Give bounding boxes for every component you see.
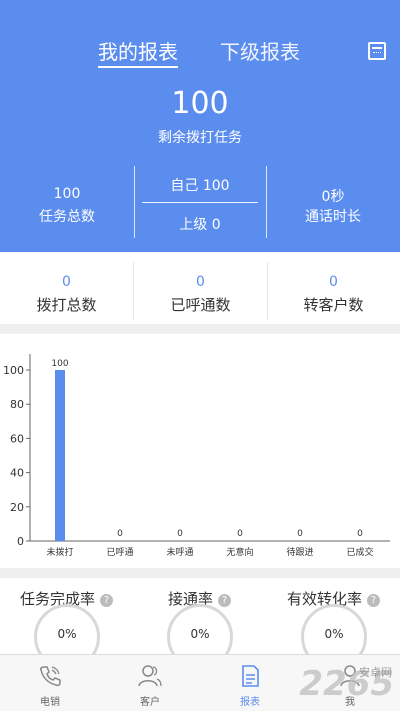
connect-rate: 接通率? 0%	[133, 578, 266, 654]
tab-subordinate-report[interactable]: 下级报表	[220, 36, 300, 65]
users-icon	[138, 665, 162, 687]
help-icon[interactable]: ?	[367, 594, 380, 607]
dial-total-label: 拨打总数	[36, 296, 97, 314]
total-tasks-value: 100	[53, 186, 81, 202]
report-icon	[242, 665, 259, 687]
phone-icon	[40, 666, 61, 687]
bar-value-label: 0	[357, 529, 363, 539]
converted-value: 0	[329, 274, 338, 290]
nav-label: 电销	[40, 697, 60, 708]
watermark-sub: 安卓网	[359, 666, 392, 679]
y-tick-label: 40	[10, 467, 24, 480]
converted-label: 转客户数	[303, 296, 364, 314]
x-tick-label: 已成交	[346, 546, 373, 558]
talk-time-label: 通话时长	[305, 209, 361, 225]
status-bar-chart: 0 20 40 60 80 100 100 未拨打 0 已呼通 0 未呼通 0 无意向 0 待跟进 0 已成交	[0, 334, 400, 568]
task-completion-rate: 任务完成率? 0%	[0, 578, 133, 654]
remaining-task-count: 100	[171, 86, 229, 121]
section-gap	[0, 324, 400, 334]
stat-rule	[142, 202, 258, 203]
calendar-icon[interactable]	[368, 42, 386, 60]
nav-item-reports[interactable]: 报表	[200, 655, 300, 711]
y-tick-label: 100	[3, 364, 24, 377]
dial-total-cell[interactable]: 0 拨打总数	[0, 252, 133, 324]
superior-tasks: 上级 0	[179, 217, 221, 233]
nav-label: 客户	[140, 697, 160, 708]
report-header: 我的报表 下级报表 100 剩余拨打任务 100 任务总数 自己 100 上级 …	[0, 0, 400, 252]
total-tasks-label: 任务总数	[39, 209, 95, 225]
y-tick-label: 60	[10, 432, 24, 445]
bar-value-label: 0	[117, 529, 123, 539]
connected-cell[interactable]: 0 已呼通数	[134, 252, 267, 324]
bar	[55, 370, 65, 541]
y-tick-label: 0	[17, 535, 24, 548]
header-stats: 100 任务总数 自己 100 上级 0 0秒 通话时长	[0, 166, 400, 238]
x-tick-label: 待跟进	[286, 546, 313, 558]
rate-ring: 0%	[301, 604, 367, 654]
converted-cell[interactable]: 0 转客户数	[267, 252, 400, 324]
rate-value: 0%	[57, 627, 77, 641]
call-count-row: 0 拨打总数 0 已呼通数 0 转客户数	[0, 252, 400, 324]
y-tick-label: 20	[10, 501, 24, 514]
x-tick-label: 未拨打	[46, 546, 73, 558]
bar-value-label: 100	[51, 359, 68, 369]
section-gap	[0, 568, 400, 578]
rate-value: 0%	[190, 627, 210, 641]
rate-ring: 0%	[167, 604, 233, 654]
nav-item-customers[interactable]: 客户	[100, 655, 200, 711]
bar-value-label: 0	[297, 529, 303, 539]
nav-item-sales[interactable]: 电销	[0, 655, 100, 711]
bar-value-label: 0	[237, 529, 243, 539]
nav-label: 报表	[240, 697, 260, 708]
remaining-task-label: 剩余拨打任务	[158, 130, 242, 146]
bar-chart-svg: 0 20 40 60 80 100 100 未拨打 0 已呼通 0 未呼通 0 无意向 0 待跟进 0 已成交	[3, 354, 390, 558]
x-tick-label: 未呼通	[166, 546, 193, 558]
help-icon[interactable]: ?	[100, 594, 113, 607]
y-tick-label: 80	[10, 398, 24, 411]
help-icon[interactable]: ?	[218, 594, 231, 607]
rate-ring: 0%	[34, 604, 100, 654]
conversion-rate: 有效转化率? 0%	[267, 578, 400, 654]
connected-value: 0	[196, 274, 205, 290]
x-tick-label: 已呼通	[106, 547, 133, 558]
self-tasks: 自己 100	[170, 178, 230, 194]
connected-label: 已呼通数	[170, 296, 231, 314]
x-tick-label: 无意向	[226, 546, 253, 558]
report-tabs: 我的报表 下级报表	[0, 36, 400, 70]
rate-row: 任务完成率? 0% 接通率? 0% 有效转化率? 0%	[0, 578, 400, 654]
rate-value: 0%	[324, 627, 344, 641]
talk-time-value: 0秒	[321, 189, 345, 205]
report-screen: 我的报表 下级报表 100 剩余拨打任务 100 任务总数 自己 100 上级 …	[0, 0, 400, 711]
bar-value-label: 0	[177, 529, 183, 539]
dial-total-value: 0	[62, 274, 71, 290]
tab-my-report[interactable]: 我的报表	[98, 36, 178, 68]
